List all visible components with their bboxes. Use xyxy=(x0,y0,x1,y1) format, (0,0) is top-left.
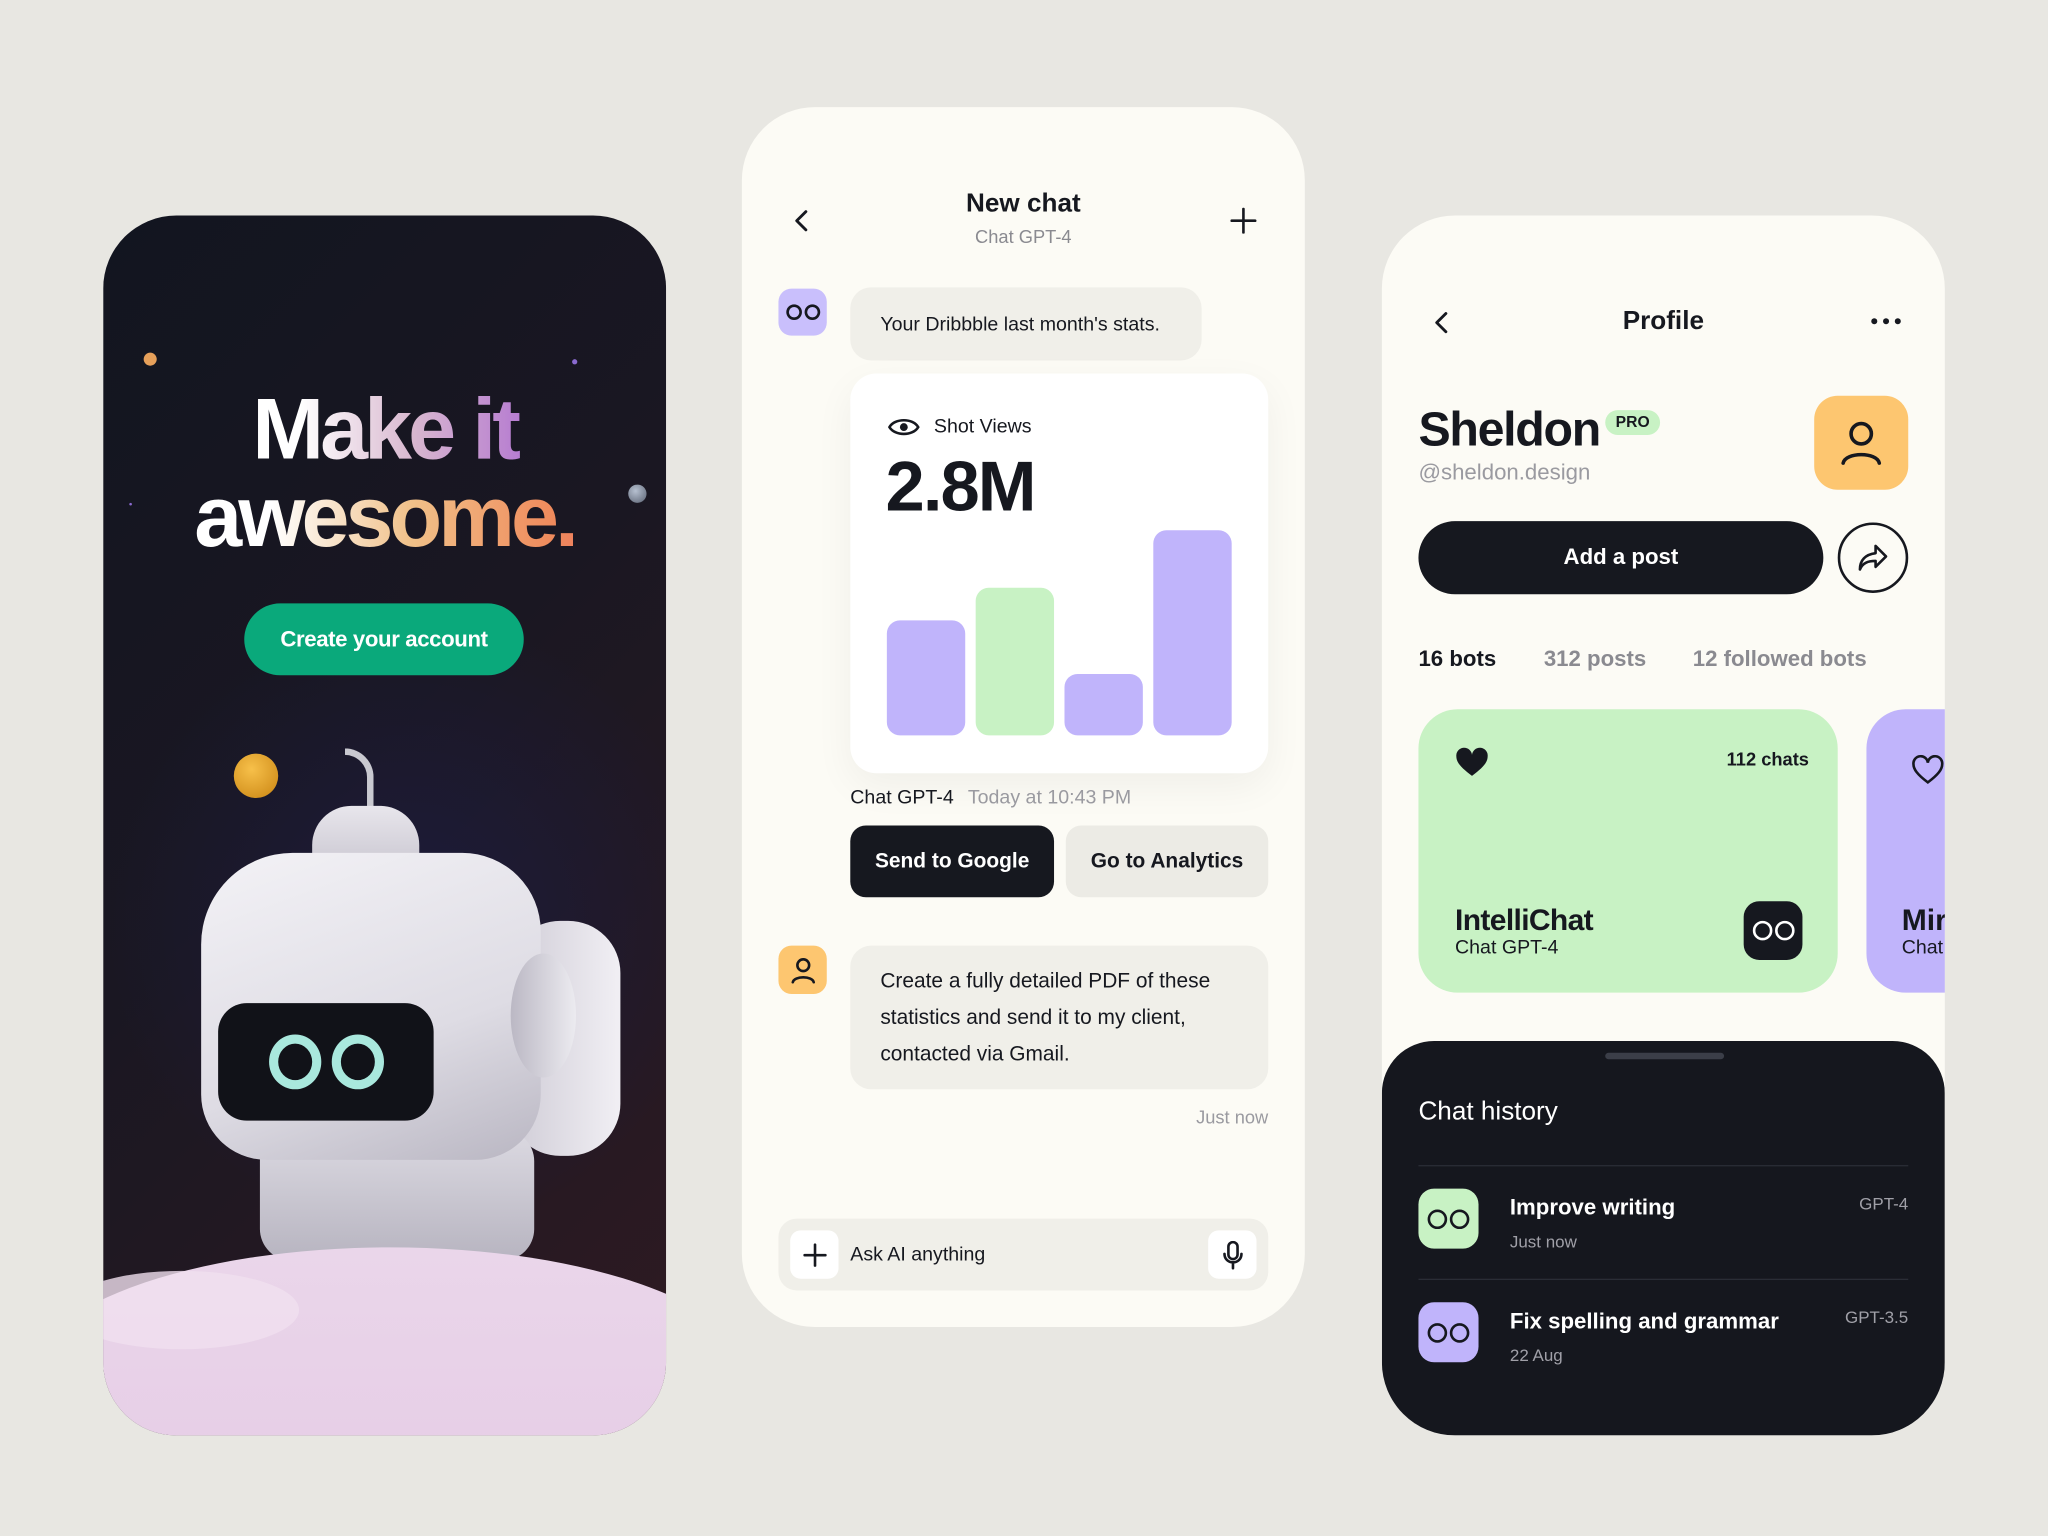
profile-name: Sheldon xyxy=(1418,402,1601,456)
bot-card-2[interactable]: Mir Chat xyxy=(1866,709,1945,993)
stat-posts[interactable]: 312 posts xyxy=(1544,647,1646,673)
user-message-time: Just now xyxy=(1196,1106,1269,1128)
bot-name: IntelliChat xyxy=(1455,902,1594,937)
headline-line-2: awesome. xyxy=(103,473,666,559)
mic-button[interactable] xyxy=(1208,1230,1257,1279)
history-item-title: Improve writing xyxy=(1509,1195,1676,1220)
message-author: Chat GPT-4 xyxy=(850,786,954,809)
chat-screen: New chat Chat GPT-4 Your Dribbble last m… xyxy=(741,107,1305,1328)
send-to-google-button[interactable]: Send to Google xyxy=(850,825,1055,898)
bot-icon xyxy=(1418,1188,1479,1249)
headline-line-1: Make it xyxy=(103,385,666,471)
history-item-model: GPT-3.5 xyxy=(1844,1307,1909,1328)
user-message: Create a fully detailed PDF of these sta… xyxy=(850,945,1269,1090)
attach-button[interactable] xyxy=(790,1230,839,1279)
history-item[interactable]: Improve writing Just now GPT-4 xyxy=(1382,1166,1945,1278)
bot-card-intellichat[interactable]: 112 chats IntelliChat Chat GPT-4 xyxy=(1418,709,1838,993)
profile-handle: @sheldon.design xyxy=(1418,459,1591,485)
stats-card: Shot Views 2.8M xyxy=(850,373,1269,774)
share-button[interactable] xyxy=(1837,522,1909,593)
share-icon xyxy=(1858,544,1888,571)
bar-chart xyxy=(886,530,1233,736)
profile-screen: Profile Sheldon PRO @sheldon.design Add … xyxy=(1381,215,1945,1436)
plus-icon[interactable] xyxy=(1230,207,1257,234)
microphone-icon xyxy=(1222,1240,1243,1269)
bot-icon xyxy=(1418,1302,1479,1363)
chat-subtitle: Chat GPT-4 xyxy=(975,225,1072,247)
more-icon[interactable] xyxy=(1870,317,1901,325)
stat-bots[interactable]: 16 bots xyxy=(1418,647,1496,673)
history-title: Chat history xyxy=(1418,1097,1558,1126)
profile-title: Profile xyxy=(1622,306,1704,336)
stats-value: 2.8M xyxy=(885,447,1037,527)
chat-title: New chat xyxy=(965,189,1081,219)
profile-avatar[interactable] xyxy=(1814,395,1909,490)
plus-icon xyxy=(802,1242,827,1267)
heart-outline-icon[interactable] xyxy=(1911,754,1945,785)
bot-model: Chat GPT-4 xyxy=(1455,936,1559,959)
bot-eyes-icon xyxy=(785,304,820,320)
history-item-title: Fix spelling and grammar xyxy=(1509,1308,1779,1334)
chat-history-sheet: Chat history Improve writing Just now GP… xyxy=(1381,1040,1945,1436)
message-time: Today at 10:43 PM xyxy=(967,786,1132,809)
pro-badge: PRO xyxy=(1605,410,1661,435)
bot-model: Chat xyxy=(1901,936,1944,959)
orange-planet xyxy=(143,352,157,366)
history-item-time: 22 Aug xyxy=(1509,1345,1563,1365)
bot-name: Mir xyxy=(1901,902,1945,937)
history-item-time: Just now xyxy=(1509,1231,1577,1252)
bot-icon xyxy=(1743,901,1803,960)
create-account-button[interactable]: Create your account xyxy=(244,603,524,676)
chart-bar xyxy=(1064,673,1143,736)
go-to-analytics-button[interactable]: Go to Analytics xyxy=(1065,825,1269,898)
add-post-button[interactable]: Add a post xyxy=(1418,521,1824,595)
chart-bar xyxy=(975,587,1055,736)
bot-avatar xyxy=(778,288,827,336)
history-item[interactable]: Fix spelling and grammar 22 Aug GPT-3.5 xyxy=(1382,1280,1945,1392)
heart-filled-icon[interactable] xyxy=(1455,747,1489,777)
stats-label: Shot Views xyxy=(933,415,1032,438)
user-icon xyxy=(790,957,815,983)
bot-message: Your Dribbble last month's stats. xyxy=(850,287,1202,361)
history-item-model: GPT-4 xyxy=(1859,1193,1909,1214)
chart-bar xyxy=(1153,530,1232,736)
user-avatar xyxy=(778,945,827,994)
chart-bar xyxy=(886,620,966,736)
stat-followed-bots[interactable]: 12 followed bots xyxy=(1693,647,1867,673)
chat-count: 112 chats xyxy=(1726,748,1809,770)
eye-icon xyxy=(887,418,920,436)
chat-input[interactable]: Ask AI anything xyxy=(850,1243,985,1265)
welcome-screen: Make it awesome. Create your account xyxy=(103,215,667,1436)
chat-input-bar: Ask AI anything xyxy=(778,1218,1269,1291)
star xyxy=(572,359,578,365)
user-icon xyxy=(1841,421,1882,465)
sheet-handle[interactable] xyxy=(1605,1052,1725,1060)
